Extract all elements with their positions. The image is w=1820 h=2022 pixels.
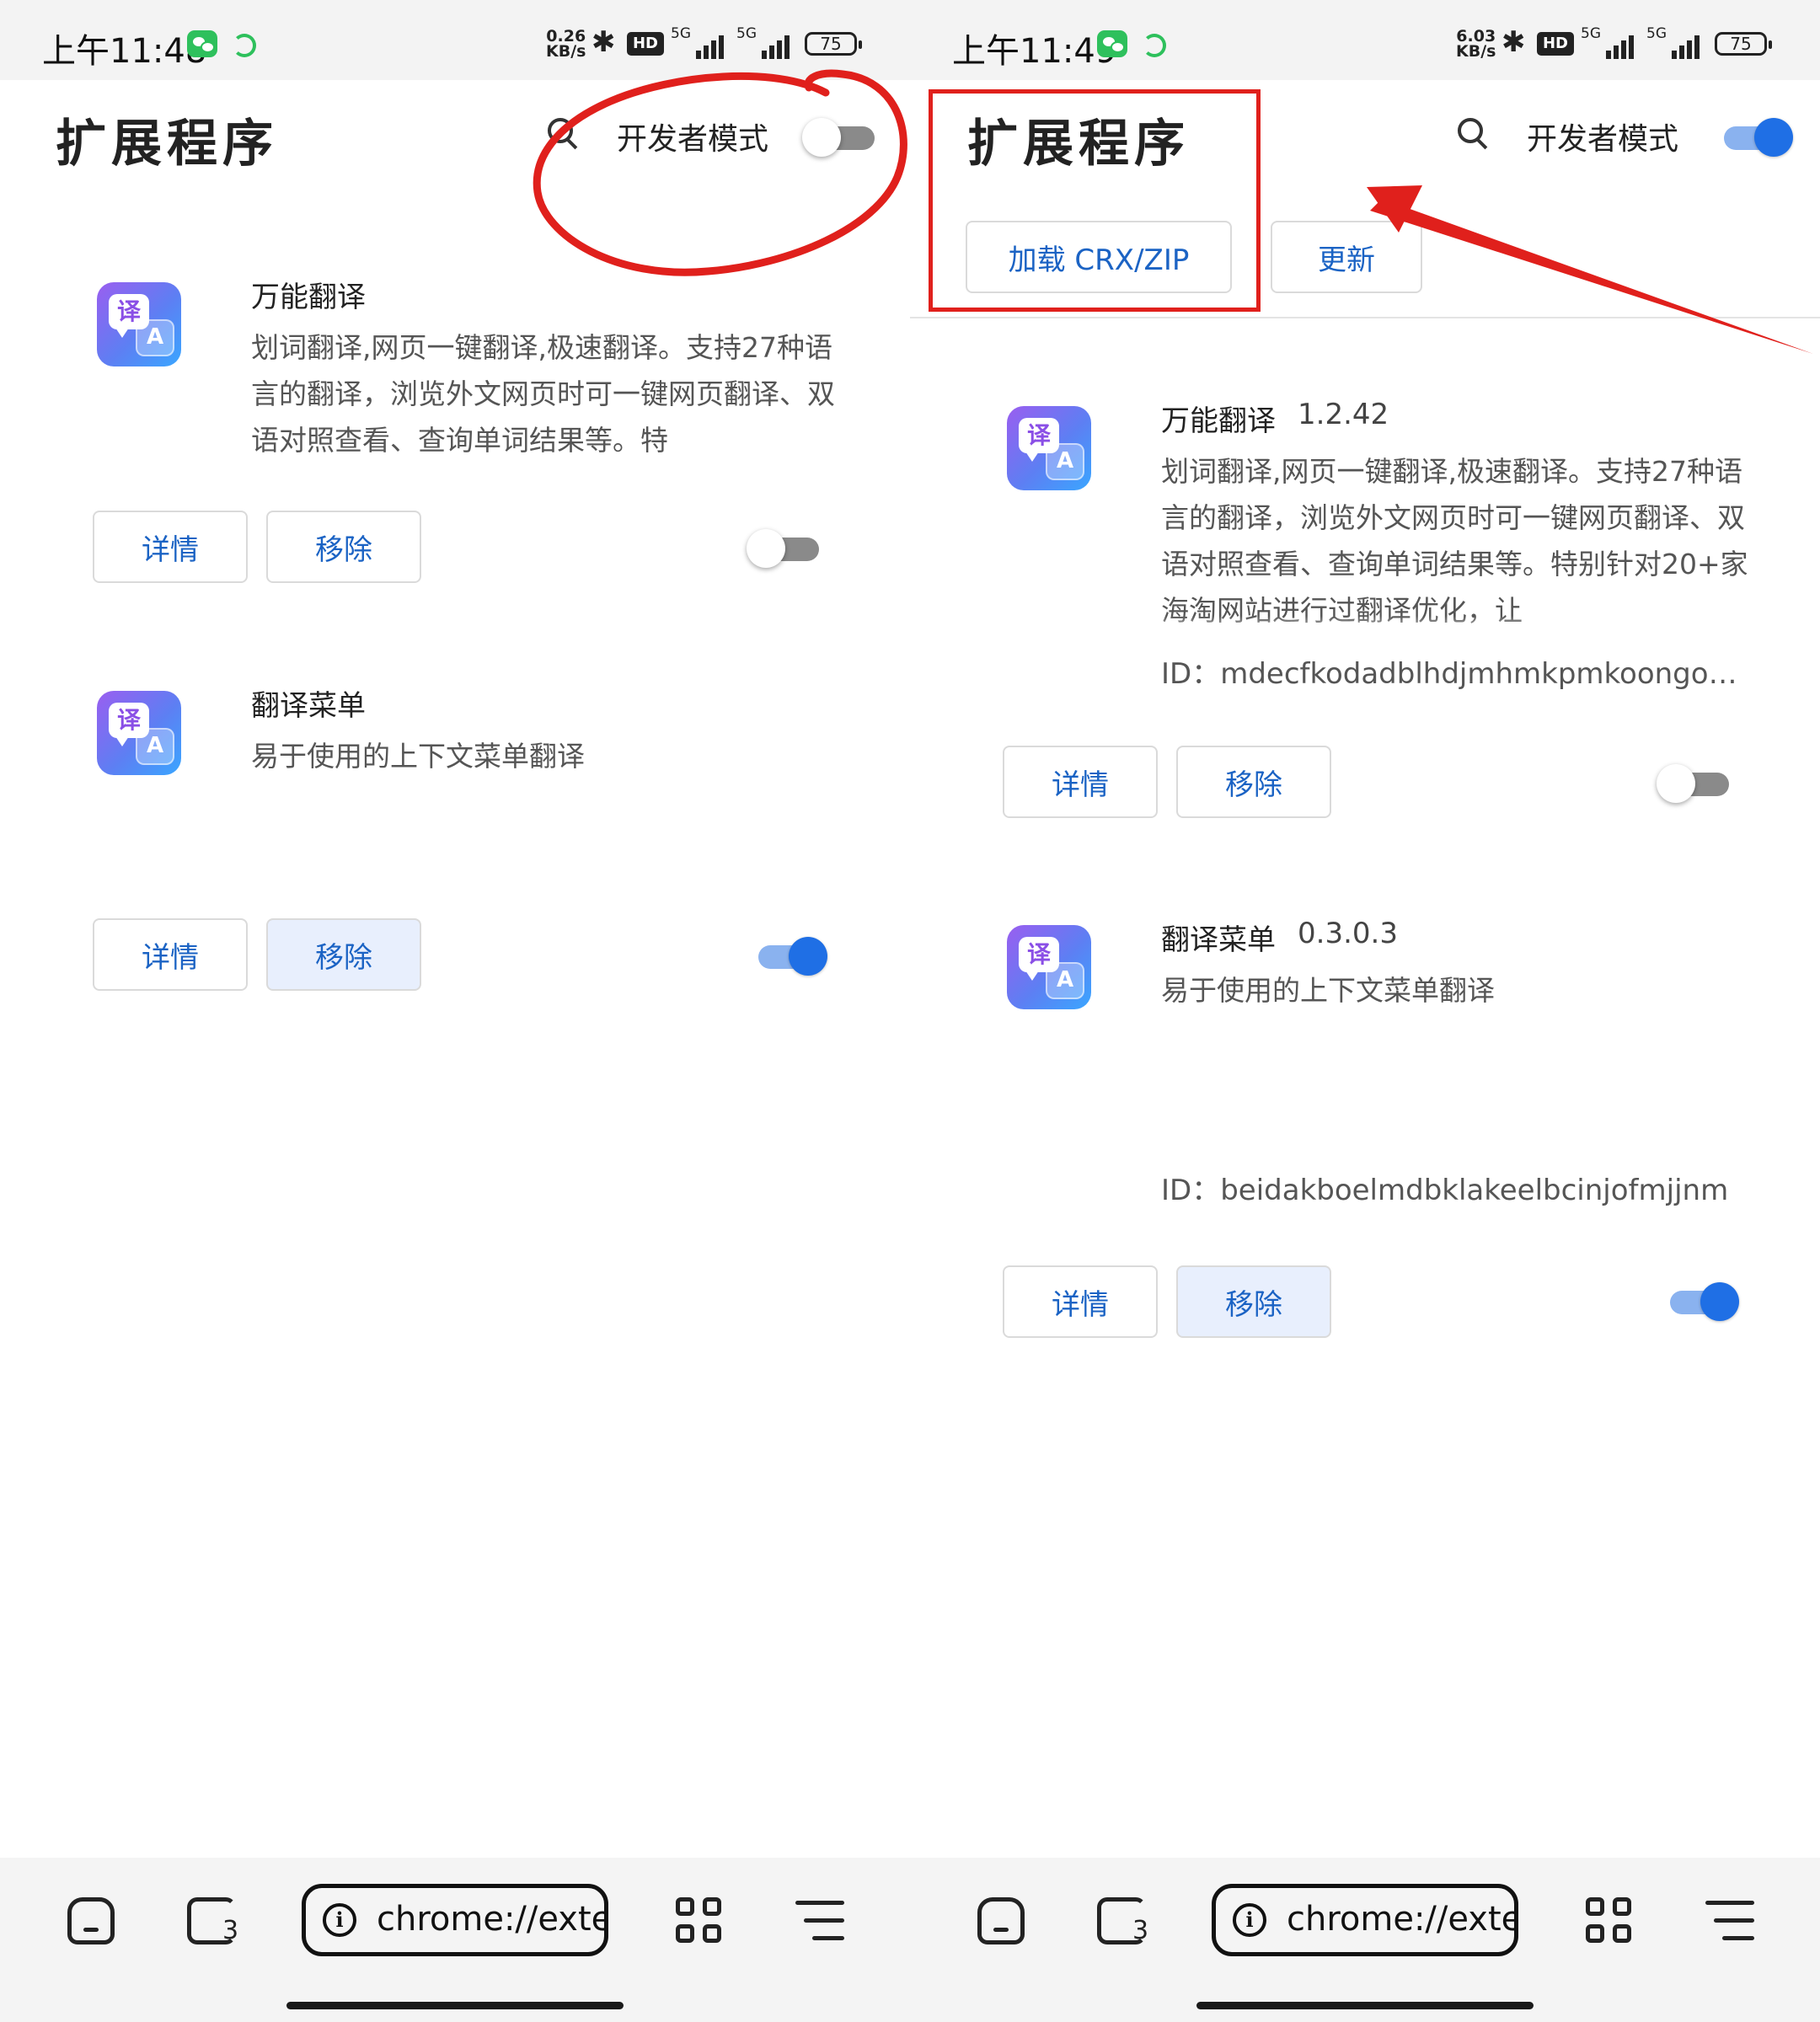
extension-toggle[interactable] xyxy=(747,527,821,570)
sync-icon xyxy=(233,34,256,57)
signal-icon: 5G xyxy=(736,25,792,59)
extension-icon: 译A xyxy=(97,691,181,775)
menu-icon[interactable] xyxy=(795,1899,844,1943)
left-screenshot: 上午11:48 0.26 KB/s ✱ HD 5G 5G 75 扩展程序 开发者… xyxy=(0,0,910,2022)
search-icon[interactable] xyxy=(1458,118,1488,148)
info-icon[interactable]: i xyxy=(323,1903,356,1937)
page-title: 扩展程序 xyxy=(56,115,278,174)
remove-button[interactable]: 移除 xyxy=(266,918,421,991)
extension-toggle[interactable] xyxy=(1665,1281,1739,1323)
apps-grid-icon[interactable] xyxy=(1586,1897,1633,1944)
extension-name: 翻译菜单 xyxy=(251,689,366,723)
status-time: 上午11:49 xyxy=(952,32,1117,71)
url-text[interactable]: chrome://extensions xyxy=(1287,1900,1514,1939)
annotation-circle xyxy=(533,69,907,276)
extension-version: 1.2.42 xyxy=(1298,398,1389,431)
extension-toggle[interactable] xyxy=(1657,762,1731,805)
extension-id: ID：beidakboelmdbklakeelbcinjofmjjnm xyxy=(1161,1174,1729,1207)
dev-mode-label: 开发者模式 xyxy=(1527,122,1679,157)
bluetooth-icon: ✱ xyxy=(592,25,616,59)
status-time: 上午11:48 xyxy=(42,32,207,71)
sync-icon xyxy=(1143,34,1166,57)
signal-icon: 5G xyxy=(1646,25,1702,59)
extension-description: 易于使用的上下文菜单翻译 xyxy=(1161,974,1495,1007)
details-button[interactable]: 详情 xyxy=(93,918,248,991)
battery-icon: 75 xyxy=(805,32,862,56)
annotation-arrow xyxy=(1367,185,1813,354)
network-speed: 0.26 KB/s xyxy=(546,27,586,61)
extension-icon: 译A xyxy=(97,282,181,366)
extension-toggle[interactable] xyxy=(753,935,827,977)
home-indicator[interactable] xyxy=(286,2002,624,2009)
extension-description: 划词翻译,网页一键翻译,极速翻译。支持27种语言的翻译，浏览外文网页时可一键网页… xyxy=(251,331,835,457)
battery-icon: 75 xyxy=(1715,32,1772,56)
address-bar[interactable]: i chrome://extensions xyxy=(302,1884,608,1956)
signal-icon: 5G xyxy=(1581,25,1636,59)
remove-button[interactable]: 移除 xyxy=(1176,746,1331,818)
dev-mode-toggle[interactable] xyxy=(1719,116,1793,158)
bluetooth-icon: ✱ xyxy=(1502,25,1526,59)
hd-badge: HD xyxy=(1537,32,1574,56)
home-indicator[interactable] xyxy=(1196,2002,1534,2009)
network-speed: 6.03 KB/s xyxy=(1456,27,1496,61)
wechat-icon xyxy=(187,30,217,57)
right-screenshot: 上午11:49 6.03 KB/s ✱ HD 5G 5G 75 扩展程序 开发者… xyxy=(910,0,1820,2022)
annotation-box xyxy=(929,89,1261,312)
details-button[interactable]: 详情 xyxy=(93,511,248,583)
menu-icon[interactable] xyxy=(1705,1899,1754,1943)
extension-description: 易于使用的上下文菜单翻译 xyxy=(251,740,585,773)
apps-grid-icon[interactable] xyxy=(676,1897,723,1944)
extension-name: 万能翻译 xyxy=(1161,404,1276,438)
status-bar: 上午11:49 6.03 KB/s ✱ HD 5G 5G 75 xyxy=(910,0,1820,80)
home-icon[interactable] xyxy=(977,1897,1025,1944)
wechat-icon xyxy=(1097,30,1127,57)
info-icon[interactable]: i xyxy=(1233,1903,1266,1937)
extension-id: ID：mdecfkodadblhdjmhmkpmkoongo… xyxy=(1161,657,1737,691)
tabs-count: 3 xyxy=(222,1916,239,1945)
extension-version: 0.3.0.3 xyxy=(1298,917,1398,950)
url-text[interactable]: chrome://extensions xyxy=(377,1900,604,1939)
details-button[interactable]: 详情 xyxy=(1003,1265,1158,1338)
address-bar[interactable]: i chrome://extensions xyxy=(1212,1884,1518,1956)
extension-icon: 译A xyxy=(1007,925,1091,1009)
hd-badge: HD xyxy=(627,32,664,56)
signal-icon: 5G xyxy=(671,25,726,59)
tabs-count: 3 xyxy=(1132,1916,1149,1945)
extension-description: 划词翻译,网页一键翻译,极速翻译。支持27种语言的翻译，浏览外文网页时可一键网页… xyxy=(1161,455,1748,627)
extension-name: 翻译菜单 xyxy=(1161,923,1276,957)
description-fade xyxy=(1161,616,1751,638)
extension-icon: 译A xyxy=(1007,406,1091,490)
details-button[interactable]: 详情 xyxy=(1003,746,1158,818)
extension-name: 万能翻译 xyxy=(251,281,366,314)
home-icon[interactable] xyxy=(67,1897,115,1944)
remove-button[interactable]: 移除 xyxy=(266,511,421,583)
remove-button[interactable]: 移除 xyxy=(1176,1265,1331,1338)
